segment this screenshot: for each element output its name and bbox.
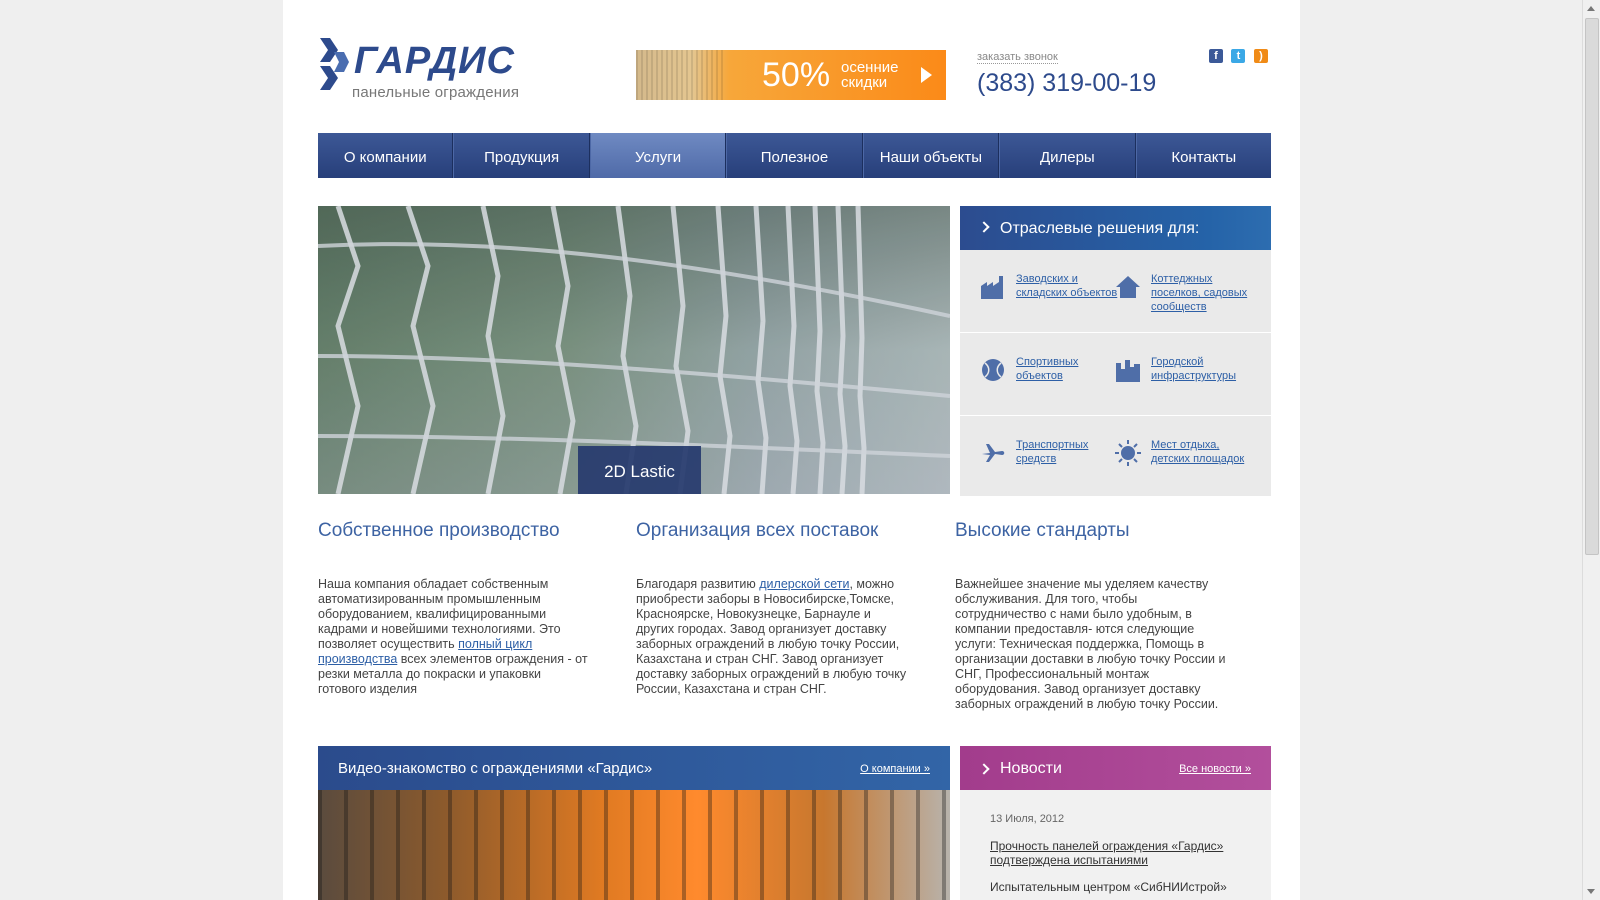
news-header: Новости Все новости » xyxy=(960,746,1271,790)
feature-text-part: , можно приобрести заборы в Новосибирске… xyxy=(636,577,907,696)
video-header: Видео-знакомство с ограждениями «Гардис»… xyxy=(318,746,950,790)
solution-link[interactable]: Городской инфраструктуры xyxy=(1151,355,1261,383)
logo-text: ГАРДИС xyxy=(354,40,515,82)
promo-text: осенние скидки xyxy=(841,60,898,90)
about-company-link[interactable]: О компании » xyxy=(860,746,930,792)
feature-text-part: Благодаря развитию xyxy=(636,577,760,591)
facebook-icon[interactable]: f xyxy=(1209,49,1223,63)
promo-line-1: осенние xyxy=(841,59,899,76)
feature-standards: Высокие стандарты Важнейшее значение мы … xyxy=(955,520,1227,712)
solution-link[interactable]: Спортивных объектов xyxy=(1016,355,1126,383)
news-teaser: Испытательным центром «СибНИИстрой» xyxy=(990,880,1227,894)
solutions-title: Отраслевые решения для: xyxy=(960,206,1271,250)
all-news-link[interactable]: Все новости » xyxy=(1179,746,1251,792)
scrollbar-thumb[interactable] xyxy=(1585,18,1599,555)
news-date: 13 Июля, 2012 xyxy=(990,813,1065,825)
hero-slider[interactable]: 2D Lastic xyxy=(318,206,950,494)
nav-item-projects[interactable]: Наши объекты xyxy=(862,133,1000,178)
factory-icon xyxy=(981,276,1003,299)
feature-title: Высокие стандарты xyxy=(955,520,1130,541)
promo-line-2: скидки xyxy=(841,74,888,91)
vertical-scrollbar[interactable] xyxy=(1582,0,1600,900)
promo-banner[interactable]: 50% осенние скидки xyxy=(636,50,946,100)
solutions-row: Транспортных средств Мест отдыха, детски… xyxy=(960,416,1271,498)
phone-number: (383) 319-00-19 xyxy=(977,69,1157,97)
nav-item-dealers[interactable]: Дилеры xyxy=(999,133,1136,178)
feature-supply: Организация всех поставок Благодаря разв… xyxy=(636,520,908,697)
plane-icon xyxy=(982,444,1005,462)
news-title: Новости xyxy=(1000,760,1062,777)
hero-caption[interactable]: 2D Lastic xyxy=(578,446,701,494)
logo-subtitle: панельные ограждения xyxy=(352,84,520,101)
nav-item-services[interactable]: Услуги xyxy=(589,133,727,178)
sun-icon xyxy=(1115,440,1141,466)
nav-item-products[interactable]: Продукция xyxy=(453,133,590,178)
solutions-row: Спортивных объектов Городской инфраструк… xyxy=(960,333,1271,416)
feature-title: Собственное производство xyxy=(318,520,560,541)
feature-text: Наша компания обладает собственным автом… xyxy=(318,577,590,697)
solution-link[interactable]: Коттеджных поселков, садовых сообществ xyxy=(1151,272,1261,314)
video-title: Видео-знакомство с ограждениями «Гардис» xyxy=(338,760,653,777)
callback-link[interactable]: заказать звонок xyxy=(977,51,1058,64)
industry-solutions-panel: Отраслевые решения для: Заводских и скла… xyxy=(960,206,1271,496)
feature-title: Организация всех поставок xyxy=(636,520,879,541)
solution-link[interactable]: Транспортных средств xyxy=(1016,438,1126,466)
news-section: Новости Все новости » 13 Июля, 2012 Проч… xyxy=(960,746,1271,900)
solution-link[interactable]: Мест отдыха, детских площадок xyxy=(1151,438,1261,466)
dealer-network-link[interactable]: дилерской сети xyxy=(759,577,849,591)
social-links: f t ) xyxy=(1209,46,1272,64)
solution-link[interactable]: Заводских и складских объектов xyxy=(1016,272,1126,300)
main-nav: О компании Продукция Услуги Полезное Наш… xyxy=(318,133,1271,178)
house-icon xyxy=(1116,276,1140,298)
feature-text-part: Важнейшее значение мы уделяем качеству о… xyxy=(955,577,1226,711)
video-texture xyxy=(318,790,950,900)
rss-icon[interactable]: ) xyxy=(1253,49,1268,63)
play-arrow-icon xyxy=(921,67,932,83)
feature-text: Важнейшее значение мы уделяем качеству о… xyxy=(955,577,1227,712)
city-icon xyxy=(1116,360,1140,382)
logo-mark-icon xyxy=(320,38,349,90)
feature-text: Благодаря развитию дилерской сети, можно… xyxy=(636,577,908,697)
promo-texture xyxy=(636,50,726,100)
news-headline-link[interactable]: Прочность панелей ограждения «Гардис» по… xyxy=(990,839,1250,867)
scroll-down-icon[interactable] xyxy=(1587,889,1595,894)
logo[interactable]: ГАРДИС панельные ограждения xyxy=(316,36,546,106)
scroll-up-icon[interactable] xyxy=(1587,6,1595,11)
video-preview[interactable] xyxy=(318,790,950,900)
video-section: Видео-знакомство с ограждениями «Гардис»… xyxy=(318,746,950,900)
solutions-row: Заводских и складских объектов Коттеджны… xyxy=(960,250,1271,333)
nav-item-useful[interactable]: Полезное xyxy=(726,133,863,178)
feature-production: Собственное производство Наша компания о… xyxy=(318,520,590,697)
nav-item-contacts[interactable]: Контакты xyxy=(1135,133,1271,178)
ball-icon xyxy=(982,359,1004,381)
twitter-icon[interactable]: t xyxy=(1231,49,1246,63)
promo-percent: 50% xyxy=(762,56,831,94)
page-container: ГАРДИС панельные ограждения 50% осенние … xyxy=(283,0,1300,900)
nav-item-about[interactable]: О компании xyxy=(318,133,454,178)
